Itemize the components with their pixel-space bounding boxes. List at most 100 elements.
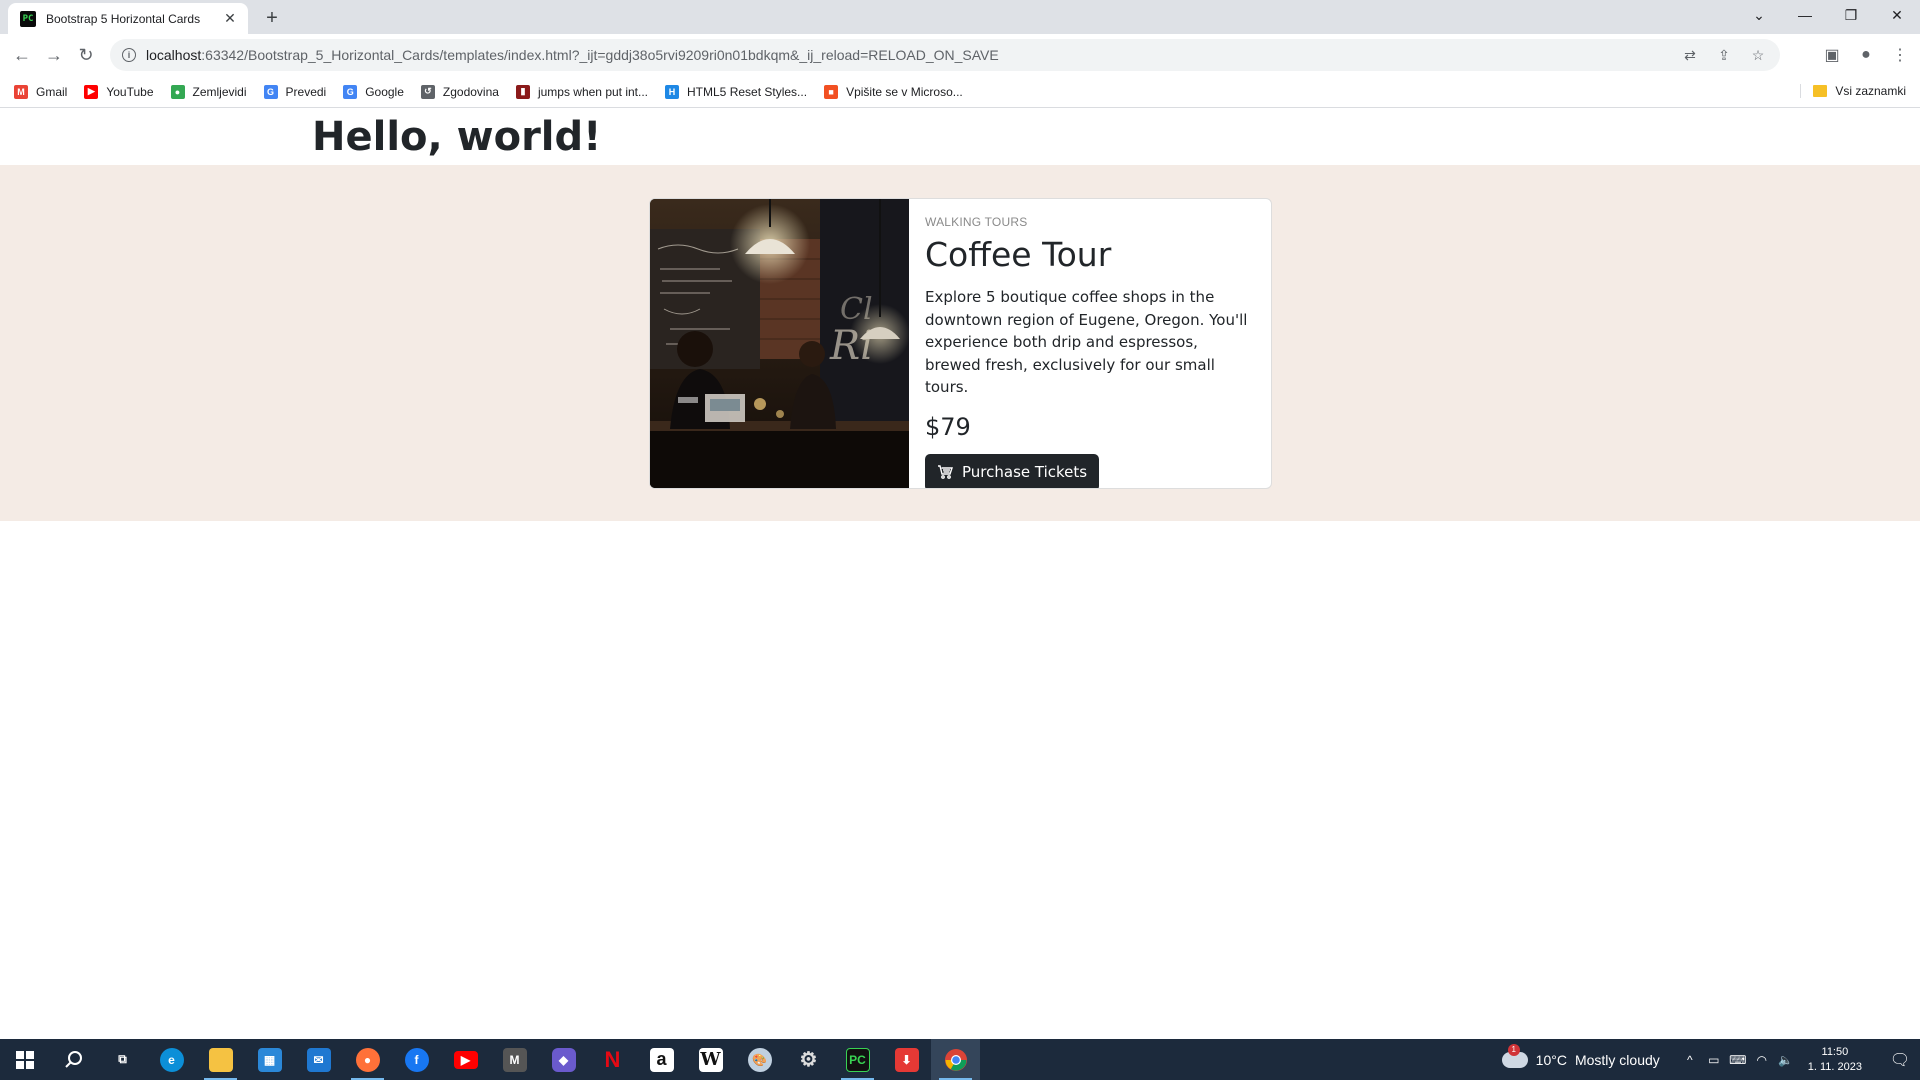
taskbar-file-explorer[interactable] xyxy=(196,1039,245,1080)
coffee-shop-image: Ri Cl xyxy=(650,199,909,488)
weather-widget[interactable]: 1 10°C Mostly cloudy xyxy=(1501,1043,1660,1068)
card-body: WALKING TOURS Coffee Tour Explore 5 bout… xyxy=(909,199,1271,488)
chevron-up-icon[interactable]: ^ xyxy=(1682,1050,1698,1070)
horizontal-card: Ri Cl WALKING TOURS Coffee Tour Explore … xyxy=(649,198,1272,489)
bookmark-label: Zemljevidi xyxy=(192,84,247,99)
all-bookmarks-button[interactable]: Vsi zaznamki xyxy=(1800,84,1906,98)
maps-icon: ● xyxy=(170,84,185,99)
all-bookmarks-label: Vsi zaznamki xyxy=(1835,84,1906,98)
facebook-icon: f xyxy=(404,1047,429,1072)
url-text[interactable]: localhost:63342/Bootstrap_5_Horizontal_C… xyxy=(146,47,999,63)
taskbar-firefox[interactable]: ● xyxy=(343,1039,392,1080)
pycharm-icon: PC xyxy=(845,1047,870,1072)
folder-icon xyxy=(1813,85,1828,97)
taskbar-app-m[interactable]: M xyxy=(490,1039,539,1080)
purchase-tickets-button[interactable]: Purchase Tickets xyxy=(925,453,1100,488)
menu-kebab-icon[interactable]: ⋮ xyxy=(1890,43,1910,67)
card-price: $79 xyxy=(925,412,971,441)
taskbar-download-manager[interactable]: ⬇ xyxy=(882,1039,931,1080)
taskbar-copilot[interactable]: ◆ xyxy=(539,1039,588,1080)
meet-now-icon[interactable]: ▭ xyxy=(1706,1050,1722,1070)
taskbar-edge[interactable]: e xyxy=(147,1039,196,1080)
window-controls: ⌄ — ❐ ✕ xyxy=(1736,0,1920,30)
taskbar-amazon[interactable]: a xyxy=(637,1039,686,1080)
taskbar-chrome[interactable] xyxy=(931,1039,980,1080)
url-host: localhost xyxy=(146,47,202,63)
browser-tab-active[interactable]: PC Bootstrap 5 Horizontal Cards ✕ xyxy=(8,3,248,34)
clock-time: 11:50 xyxy=(1821,1045,1849,1058)
gear-icon: ⚙ xyxy=(799,1049,818,1071)
bookmark-item[interactable]: M Gmail xyxy=(14,84,67,99)
cloud-icon: 1 xyxy=(1501,1043,1528,1068)
restore-icon[interactable]: ❐ xyxy=(1828,0,1874,30)
taskbar-store[interactable]: ▦ xyxy=(245,1039,294,1080)
minimize-icon[interactable]: — xyxy=(1782,0,1828,30)
browser-toolbar: ← → ↻ i localhost:63342/Bootstrap_5_Hori… xyxy=(0,34,1920,76)
address-bar[interactable]: i localhost:63342/Bootstrap_5_Horizontal… xyxy=(110,39,1780,71)
stackoverflow-icon: ▮ xyxy=(515,84,530,99)
bookmark-item[interactable]: ■ Vpišite se v Microso... xyxy=(824,84,963,99)
paint-icon: 🎨 xyxy=(747,1047,772,1072)
bookmark-label: jumps when put int... xyxy=(537,84,649,99)
url-path: :63342/Bootstrap_5_Horizontal_Cards/temp… xyxy=(201,47,999,63)
task-view-button[interactable]: ⧉ xyxy=(98,1039,147,1080)
new-tab-icon[interactable]: + xyxy=(260,6,284,30)
translate-page-icon[interactable]: ⇄ xyxy=(1680,45,1700,65)
side-panel-icon[interactable]: ▣ xyxy=(1822,43,1842,67)
bookmarks-bar: M Gmail ▶ YouTube ● Zemljevidi G Prevedi G Google… xyxy=(0,76,1920,108)
window-close-icon[interactable]: ✕ xyxy=(1874,0,1920,30)
hero-band: Ri Cl WALKING TOURS Coffee Tour Explore … xyxy=(0,165,1920,521)
bookmark-item[interactable]: ▶ YouTube xyxy=(84,84,154,99)
clock[interactable]: 11:50 1. 11. 2023 xyxy=(1808,1045,1862,1075)
bookmark-item[interactable]: ● Zemljevidi xyxy=(170,84,247,99)
wifi-icon[interactable]: ◠ xyxy=(1754,1050,1770,1070)
weather-desc: Mostly cloudy xyxy=(1574,1051,1660,1068)
microsoft-icon: ■ xyxy=(824,84,839,99)
forward-icon[interactable]: → xyxy=(42,43,66,67)
purchase-tickets-label: Purchase Tickets xyxy=(962,463,1088,481)
site-info-icon[interactable]: i xyxy=(122,48,136,62)
taskbar-paint[interactable]: 🎨 xyxy=(735,1039,784,1080)
bookmark-item[interactable]: G Prevedi xyxy=(263,84,327,99)
youtube-icon: ▶ xyxy=(84,84,99,99)
copilot-icon: ◆ xyxy=(551,1047,576,1072)
download-icon: ⬇ xyxy=(894,1047,919,1072)
bookmark-label: Prevedi xyxy=(285,84,327,99)
bookmark-label: Zgodovina xyxy=(442,84,499,99)
share-icon[interactable]: ⇪ xyxy=(1714,45,1734,65)
keyboard-icon[interactable]: ⌨ xyxy=(1729,1050,1746,1070)
back-icon[interactable]: ← xyxy=(10,43,34,67)
close-tab-icon[interactable]: ✕ xyxy=(222,10,238,27)
tab-strip: PC Bootstrap 5 Horizontal Cards ✕ + ⌄ — … xyxy=(0,0,1920,34)
html5-icon: H xyxy=(665,84,680,99)
taskbar-facebook[interactable]: f xyxy=(392,1039,441,1080)
notification-center-icon[interactable]: 🗨 xyxy=(1880,1039,1920,1080)
youtube-icon: ▶ xyxy=(453,1050,478,1069)
taskbar-settings[interactable]: ⚙ xyxy=(784,1039,833,1080)
bookmark-item[interactable]: G Google xyxy=(343,84,404,99)
cart-icon xyxy=(938,465,953,479)
bookmark-item[interactable]: H HTML5 Reset Styles... xyxy=(665,84,808,99)
search-button[interactable] xyxy=(49,1039,98,1080)
bookmark-label: HTML5 Reset Styles... xyxy=(687,84,808,99)
mail-icon: ✉ xyxy=(306,1047,331,1072)
taskbar-pycharm[interactable]: PC xyxy=(833,1039,882,1080)
taskbar-mail[interactable]: ✉ xyxy=(294,1039,343,1080)
bookmark-star-icon[interactable]: ☆ xyxy=(1748,45,1768,65)
reload-icon[interactable]: ↻ xyxy=(74,43,98,67)
edge-icon: e xyxy=(159,1047,184,1072)
store-icon: ▦ xyxy=(257,1047,282,1072)
tab-search-icon[interactable]: ⌄ xyxy=(1736,0,1782,30)
profile-avatar-icon[interactable]: ● xyxy=(1856,43,1876,67)
card-description: Explore 5 boutique coffee shops in the d… xyxy=(925,288,1248,396)
taskbar-youtube[interactable]: ▶ xyxy=(441,1039,490,1080)
bookmark-item[interactable]: ▮ jumps when put int... xyxy=(515,84,649,99)
start-button[interactable] xyxy=(0,1039,49,1080)
app-m-icon: M xyxy=(502,1047,527,1072)
volume-icon[interactable]: 🔈 xyxy=(1778,1050,1794,1070)
taskbar-wikipedia[interactable]: W xyxy=(686,1039,735,1080)
translate-icon: G xyxy=(263,84,278,99)
bookmark-item[interactable]: ↺ Zgodovina xyxy=(420,84,499,99)
history-icon: ↺ xyxy=(420,84,435,99)
taskbar-netflix[interactable]: N xyxy=(588,1039,637,1080)
